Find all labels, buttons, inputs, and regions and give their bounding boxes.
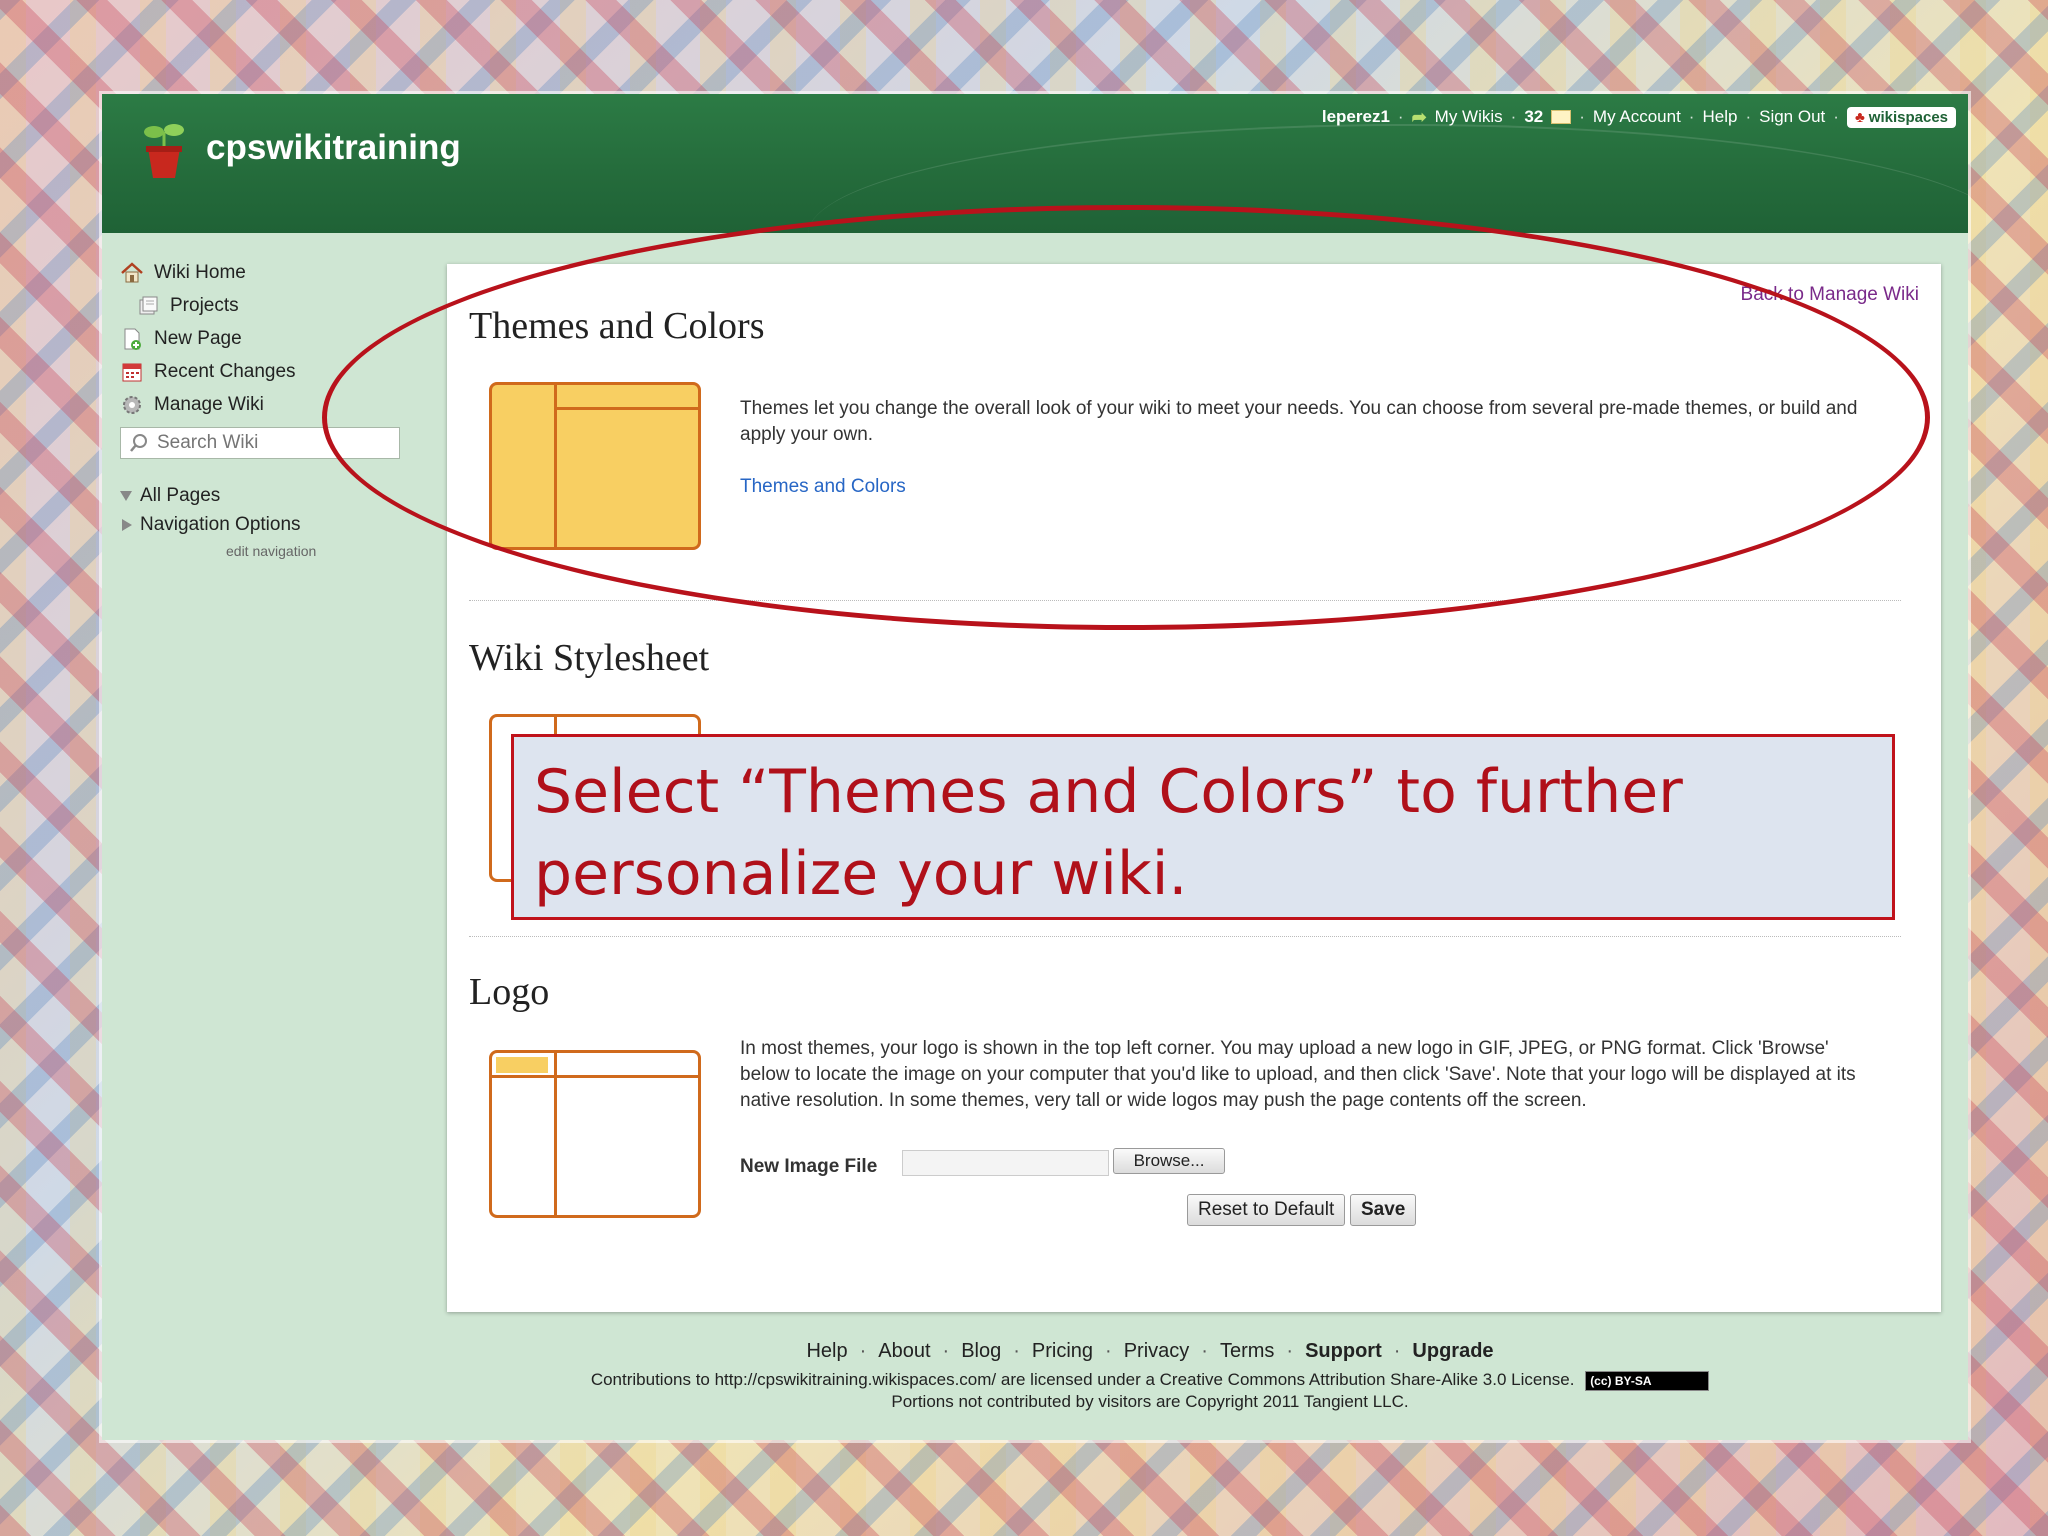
browse-button[interactable]: Browse...	[1113, 1148, 1225, 1174]
back-to-manage-wiki-link[interactable]: Back to Manage Wiki	[1741, 284, 1919, 306]
navigation-tree: All Pages Navigation Options	[120, 481, 410, 539]
themes-and-colors-link[interactable]: Themes and Colors	[740, 476, 906, 498]
footer-help-link[interactable]: Help	[806, 1340, 847, 1363]
help-link[interactable]: Help	[1702, 107, 1737, 127]
my-wikis-link[interactable]: My Wikis	[1435, 107, 1503, 127]
plant-pot-logo-icon	[144, 124, 184, 178]
wikispaces-badge[interactable]: ♣ wikispaces	[1846, 106, 1956, 128]
logo-section-title: Logo	[469, 971, 550, 1013]
search-icon	[130, 434, 147, 452]
separator: ·	[1397, 107, 1404, 126]
footer-license-line: Contributions to http://cpswikitraining.…	[102, 1370, 1968, 1391]
sidebar-item-label: Recent Changes	[154, 360, 296, 382]
separator: ·	[1745, 107, 1752, 126]
cc-icon: (cc)	[1590, 1373, 1615, 1388]
new-image-file-label: New Image File	[740, 1156, 878, 1177]
separator: ·	[942, 1340, 950, 1362]
license-text: Contributions to http://cpswikitraining.…	[590, 1370, 1575, 1389]
footer-about-link[interactable]: About	[878, 1340, 930, 1363]
user-toolbar: leperez1 · ➦ My Wikis · 32 · My Account …	[1322, 102, 1956, 132]
themes-description: Themes let you change the overall look o…	[740, 398, 1858, 445]
themes-illustration	[489, 382, 701, 550]
search-input[interactable]	[157, 432, 387, 454]
reset-to-default-button[interactable]: Reset to Default	[1187, 1194, 1346, 1226]
illustration-horizontal-line	[492, 1075, 698, 1078]
section-divider	[469, 936, 1901, 937]
my-wikis-arrow-icon: ➦	[1411, 106, 1427, 127]
wikispaces-brand: wikispaces	[1868, 108, 1948, 126]
sidebar-item-label: Wiki Home	[154, 261, 246, 283]
sidebar-item-new-page[interactable]: New Page	[120, 322, 410, 355]
separator: ·	[1013, 1340, 1020, 1362]
tree-item-label: All Pages	[140, 484, 221, 506]
gear-icon	[123, 395, 141, 414]
separator: ·	[1286, 1340, 1294, 1362]
envelope-icon[interactable]	[1551, 110, 1572, 124]
logo-illustration	[489, 1050, 701, 1218]
cc-license-badge[interactable]: (cc) BY-SA	[1585, 1370, 1710, 1391]
sidebar-item-label: Projects	[170, 294, 239, 316]
sidebar-item-manage-wiki[interactable]: Manage Wiki	[120, 388, 410, 421]
instruction-callout: Select “Themes and Colors” to further pe…	[511, 734, 1895, 920]
file-path-field[interactable]	[902, 1150, 1109, 1176]
home-icon	[121, 261, 143, 282]
themes-section-title: Themes and Colors	[469, 305, 765, 347]
sidebar-item-projects[interactable]: Projects	[120, 289, 410, 322]
separator: ·	[1510, 107, 1517, 126]
footer-privacy-link[interactable]: Privacy	[1124, 1340, 1190, 1363]
quilt-border-top	[0, 0, 2048, 70]
expand-down-icon[interactable]	[120, 490, 132, 501]
separator: ·	[1393, 1340, 1401, 1362]
message-count[interactable]: 32	[1524, 107, 1543, 127]
expand-right-icon[interactable]	[122, 518, 132, 531]
wiki-header: cpswikitraining leperez1 · ➦ My Wikis · …	[102, 94, 1968, 233]
footer-support-link[interactable]: Support	[1305, 1340, 1382, 1363]
edit-navigation-link[interactable]: edit navigation	[120, 543, 410, 559]
save-button[interactable]: Save	[1350, 1194, 1417, 1226]
separator: ·	[859, 1340, 867, 1362]
site-title[interactable]: cpswikitraining	[206, 128, 461, 168]
sign-out-link[interactable]: Sign Out	[1759, 107, 1825, 127]
plant-pot-icon: ♣	[1854, 108, 1865, 126]
cc-badge-label: BY-SA	[1614, 1373, 1652, 1388]
tree-item-navigation-options[interactable]: Navigation Options	[120, 510, 410, 539]
footer-blog-link[interactable]: Blog	[961, 1340, 1001, 1363]
separator: ·	[1688, 107, 1695, 126]
separator: ·	[1201, 1340, 1208, 1362]
separator: ·	[1105, 1340, 1112, 1362]
search-box[interactable]	[120, 427, 400, 459]
my-account-link[interactable]: My Account	[1593, 107, 1681, 127]
sidebar-item-label: Manage Wiki	[154, 393, 264, 415]
tree-item-all-pages[interactable]: All Pages	[120, 481, 410, 510]
section-divider	[469, 600, 1901, 601]
footer-copyright: Portions not contributed by visitors are…	[891, 1392, 1409, 1411]
tree-item-label: Navigation Options	[140, 513, 301, 535]
calendar-icon	[122, 363, 142, 381]
sidebar: Wiki Home Projects New Page Recent Chang…	[120, 256, 410, 559]
header-swoosh	[808, 124, 1968, 233]
footer-terms-link[interactable]: Terms	[1220, 1340, 1274, 1363]
new-page-icon	[124, 328, 141, 350]
logo-description: In most themes, your logo is shown in th…	[740, 1038, 1856, 1111]
footer-links: Help · About · Blog · Pricing · Privacy · Ter…	[102, 1340, 1968, 1363]
footer-pricing-link[interactable]: Pricing	[1032, 1340, 1093, 1363]
sidebar-item-label: New Page	[154, 327, 242, 349]
sidebar-item-recent-changes[interactable]: Recent Changes	[120, 355, 410, 388]
illustration-logo-block	[496, 1057, 548, 1073]
illustration-horizontal-line	[554, 407, 698, 410]
projects-icon	[139, 296, 158, 314]
separator: ·	[1833, 107, 1839, 126]
sidebar-item-wiki-home[interactable]: Wiki Home	[120, 256, 410, 289]
footer-upgrade-link[interactable]: Upgrade	[1412, 1340, 1493, 1363]
stylesheet-section-title: Wiki Stylesheet	[469, 637, 710, 679]
username[interactable]: leperez1	[1322, 107, 1390, 127]
separator: ·	[1579, 107, 1585, 126]
